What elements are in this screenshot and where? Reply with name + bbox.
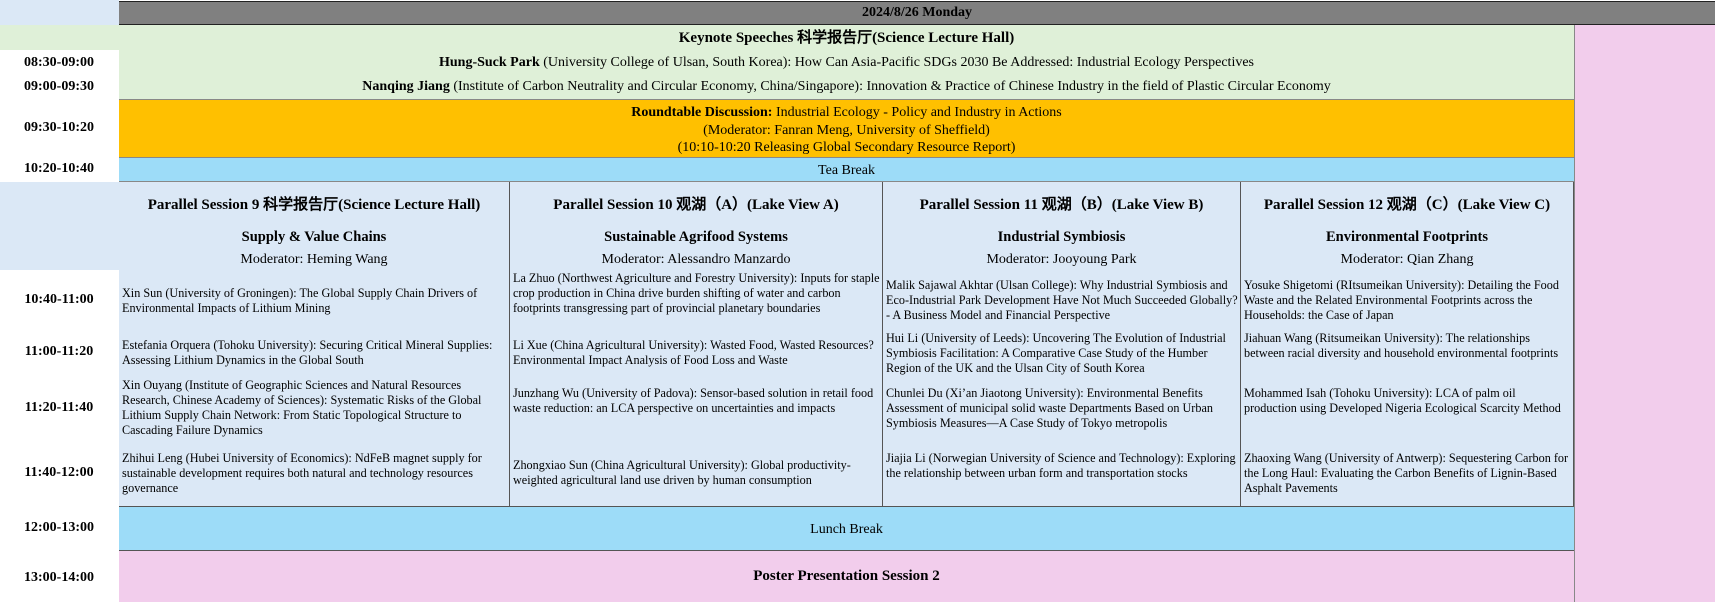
talk-item: Malik Sajawal Akhtar (Ulsan College): Wh… <box>886 278 1238 322</box>
date-header: 2024/8/26 Monday <box>119 1 1715 25</box>
time-roundtable: 09:30-10:20 <box>24 120 94 135</box>
session-moderator: Moderator: Qian Zhang <box>1340 252 1474 267</box>
talk-item: Jiahuan Wang (Ritsumeikan University): T… <box>1244 331 1559 360</box>
keynote-talk-1: Hung-Suck Park (University College of Ul… <box>119 51 1574 75</box>
time-slot-2: 11:00-11:20 <box>24 344 94 359</box>
roundtable: Roundtable Discussion: Industrial Ecolog… <box>119 99 1574 157</box>
session-column-10: Parallel Session 10 观湖（A）(Lake View A) S… <box>510 182 883 506</box>
talk-item: Junzhang Wu (University of Padova): Sens… <box>513 386 874 415</box>
talk-item: Yosuke Shigetomi (RItsumeikan University… <box>1244 278 1559 322</box>
session-theme: Supply & Value Chains <box>241 229 387 245</box>
talk-item: Hui Li (University of Leeds): Uncovering… <box>886 331 1226 375</box>
time-poster: 13:00-14:00 <box>24 570 94 585</box>
date-label: 2024/8/26 Monday <box>861 5 973 20</box>
session-theme: Environmental Footprints <box>1325 229 1489 245</box>
talk-item: Estefania Orquera (Tohoku University): S… <box>122 338 493 367</box>
session-column-11: Parallel Session 11 观湖（B）(Lake View B) I… <box>883 182 1241 506</box>
talk-item: Zhongxiao Sun (China Agricultural Univer… <box>513 458 851 487</box>
right-strip <box>1574 25 1715 602</box>
session-title: Parallel Session 9 科学报告厅(Science Lecture… <box>147 197 481 213</box>
talk-item: Zhihui Leng (Hubei University of Economi… <box>122 451 482 495</box>
time-cell-bg-session <box>0 182 119 270</box>
time-slot-1: 10:40-11:00 <box>24 292 94 307</box>
time-lunch: 12:00-13:00 <box>24 520 94 535</box>
keynote-title: Keynote Speeches 科学报告厅(Science Lecture H… <box>119 25 1574 51</box>
session-title: Parallel Session 12 观湖（C）(Lake View C) <box>1263 197 1551 213</box>
session-column-12: Parallel Session 12 观湖（C）(Lake View C) E… <box>1241 182 1574 506</box>
roundtable-heading: Roundtable Discussion: Industrial Ecolog… <box>631 105 1062 120</box>
time-slot-3: 11:20-11:40 <box>24 400 94 415</box>
session-title: Parallel Session 11 观湖（B）(Lake View B) <box>919 197 1204 213</box>
talk-item: Xin Sun (University of Groningen): The G… <box>122 286 478 315</box>
session-moderator: Moderator: Alessandro Manzardo <box>601 252 791 267</box>
poster-session: Poster Presentation Session 2 <box>119 551 1574 602</box>
time-cell-bg-keynote <box>0 25 119 50</box>
keynote-talk-2: Nanqing Jiang (Institute of Carbon Neutr… <box>119 75 1574 99</box>
time-tea-break: 10:20-10:40 <box>24 161 94 176</box>
session-moderator: Moderator: Jooyoung Park <box>986 252 1137 267</box>
session-title: Parallel Session 10 观湖（A）(Lake View A) <box>553 197 839 213</box>
roundtable-moderator: (Moderator: Fanran Meng, University of S… <box>703 122 990 138</box>
talk-item: La Zhuo (Northwest Agriculture and Fores… <box>513 271 880 315</box>
tea-break: Tea Break <box>119 157 1574 182</box>
roundtable-note: (10:10-10:20 Releasing Global Secondary … <box>677 140 1016 155</box>
keynote-speaker: Nanqing Jiang <box>362 79 450 94</box>
lunch-break: Lunch Break <box>119 506 1574 551</box>
time-keynote-1: 08:30-09:00 <box>24 55 94 70</box>
session-moderator: Moderator: Heming Wang <box>240 252 388 267</box>
talk-item: Xin Ouyang (Institute of Geographic Scie… <box>122 378 482 437</box>
talk-item: Jiajia Li (Norwegian University of Scien… <box>886 451 1236 480</box>
keynote-detail: (Institute of Carbon Neutrality and Circ… <box>449 79 1331 94</box>
talk-item: Li Xue (China Agricultural University): … <box>513 338 874 367</box>
talk-item: Chunlei Du (Xi’an Jiaotong University): … <box>886 386 1213 430</box>
session-column-9: Parallel Session 9 科学报告厅(Science Lecture… <box>119 182 510 506</box>
time-slot-4: 11:40-12:00 <box>24 465 94 480</box>
session-theme: Industrial Symbiosis <box>997 229 1126 245</box>
talk-item: Zhaoxing Wang (University of Antwerp): S… <box>1244 451 1569 495</box>
keynote-speaker: Hung-Suck Park <box>438 55 540 70</box>
keynote-detail: (University College of Ulsan, South Kore… <box>539 55 1255 70</box>
session-theme: Sustainable Agrifood Systems <box>604 229 788 245</box>
time-keynote-2: 09:00-09:30 <box>24 79 94 94</box>
talk-item: Mohammed Isah (Tohoku University): LCA o… <box>1244 386 1561 415</box>
time-cell-bg-date <box>0 0 119 25</box>
